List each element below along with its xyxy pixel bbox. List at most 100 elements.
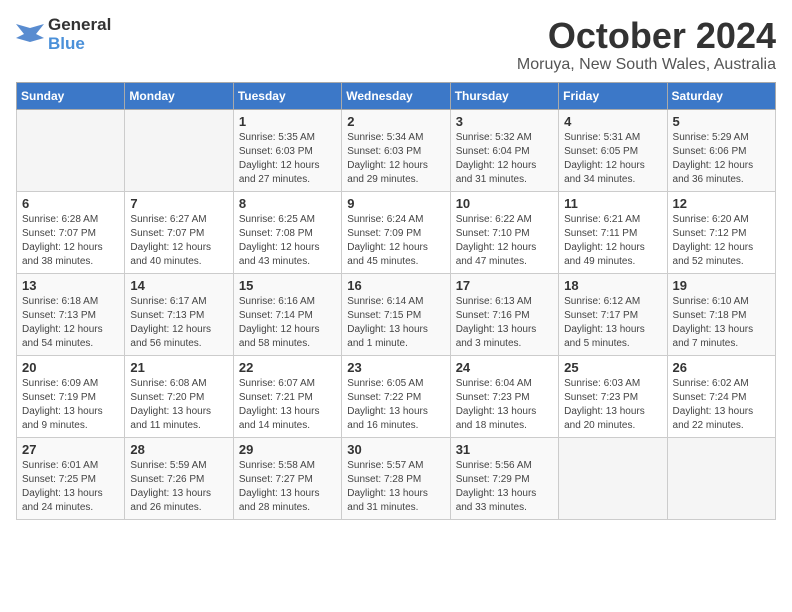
day-info: Sunrise: 6:22 AMSunset: 7:10 PMDaylight:… — [456, 213, 553, 269]
calendar-cell: 20Sunrise: 6:09 AMSunset: 7:19 PMDayligh… — [17, 355, 125, 437]
week-row-1: 1 Sunrise: 5:35 AMSunset: 6:03 PMDaylight… — [17, 109, 776, 191]
day-info: Sunrise: 5:32 AMSunset: 6:04 PMDaylight:… — [456, 131, 553, 187]
day-info: Sunrise: 5:58 AMSunset: 7:27 PMDaylight:… — [239, 459, 336, 515]
title-block: October 2024 Moruya, New South Wales, Au… — [517, 16, 776, 74]
calendar-cell: 15Sunrise: 6:16 AMSunset: 7:14 PMDayligh… — [233, 273, 341, 355]
day-number: 11 — [564, 196, 661, 211]
week-row-3: 13 Sunrise: 6:18 AMSunset: 7:13 PMDayligh… — [17, 273, 776, 355]
calendar-cell: 17 Sunrise: 6:13 AMSunset: 7:16 PMDayligh… — [450, 273, 558, 355]
logo: General Blue — [16, 16, 111, 53]
header-row: SundayMondayTuesdayWednesdayThursdayFrid… — [17, 82, 776, 109]
day-info: Sunrise: 6:04 AMSunset: 7:23 PMDaylight:… — [456, 377, 553, 433]
day-number: 23 — [347, 360, 444, 375]
day-number: 16 — [347, 278, 444, 293]
day-number: 18 — [564, 278, 661, 293]
calendar-cell: 2 Sunrise: 5:34 AMSunset: 6:03 PMDaylight… — [342, 109, 450, 191]
day-info: Sunrise: 6:27 AMSunset: 7:07 PMDaylight:… — [130, 213, 227, 269]
day-number: 5 — [673, 114, 770, 129]
calendar-cell — [559, 437, 667, 519]
day-info: Sunrise: 6:13 AMSunset: 7:16 PMDaylight:… — [456, 295, 553, 351]
day-info: Sunrise: 6:05 AMSunset: 7:22 PMDaylight:… — [347, 377, 444, 433]
day-number: 4 — [564, 114, 661, 129]
calendar-cell: 3 Sunrise: 5:32 AMSunset: 6:04 PMDaylight… — [450, 109, 558, 191]
calendar-cell: 22Sunrise: 6:07 AMSunset: 7:21 PMDayligh… — [233, 355, 341, 437]
calendar-cell: 11 Sunrise: 6:21 AMSunset: 7:11 PMDayligh… — [559, 191, 667, 273]
day-number: 31 — [456, 442, 553, 457]
day-number: 6 — [22, 196, 119, 211]
header-monday: Monday — [125, 82, 233, 109]
calendar-cell: 16Sunrise: 6:14 AMSunset: 7:15 PMDayligh… — [342, 273, 450, 355]
day-number: 19 — [673, 278, 770, 293]
day-info: Sunrise: 6:25 AMSunset: 7:08 PMDaylight:… — [239, 213, 336, 269]
day-number: 1 — [239, 114, 336, 129]
calendar-cell: 19Sunrise: 6:10 AMSunset: 7:18 PMDayligh… — [667, 273, 775, 355]
calendar-cell: 6Sunrise: 6:28 AMSunset: 7:07 PMDaylight… — [17, 191, 125, 273]
calendar-cell — [125, 109, 233, 191]
day-info: Sunrise: 6:12 AMSunset: 7:17 PMDaylight:… — [564, 295, 661, 351]
calendar-cell: 10 Sunrise: 6:22 AMSunset: 7:10 PMDayligh… — [450, 191, 558, 273]
location-title: Moruya, New South Wales, Australia — [517, 56, 776, 74]
day-number: 15 — [239, 278, 336, 293]
calendar-cell: 26Sunrise: 6:02 AMSunset: 7:24 PMDayligh… — [667, 355, 775, 437]
calendar-cell: 25 Sunrise: 6:03 AMSunset: 7:23 PMDayligh… — [559, 355, 667, 437]
calendar-cell: 18 Sunrise: 6:12 AMSunset: 7:17 PMDayligh… — [559, 273, 667, 355]
calendar-cell: 27Sunrise: 6:01 AMSunset: 7:25 PMDayligh… — [17, 437, 125, 519]
calendar-cell — [17, 109, 125, 191]
calendar-cell: 31 Sunrise: 5:56 AMSunset: 7:29 PMDayligh… — [450, 437, 558, 519]
page-header: General Blue October 2024 Moruya, New So… — [16, 16, 776, 74]
day-number: 10 — [456, 196, 553, 211]
day-info: Sunrise: 6:21 AMSunset: 7:11 PMDaylight:… — [564, 213, 661, 269]
calendar-cell: 23 Sunrise: 6:05 AMSunset: 7:22 PMDayligh… — [342, 355, 450, 437]
day-info: Sunrise: 5:29 AMSunset: 6:06 PMDaylight:… — [673, 131, 770, 187]
header-sunday: Sunday — [17, 82, 125, 109]
calendar-cell: 24 Sunrise: 6:04 AMSunset: 7:23 PMDayligh… — [450, 355, 558, 437]
day-info: Sunrise: 6:20 AMSunset: 7:12 PMDaylight:… — [673, 213, 770, 269]
day-number: 17 — [456, 278, 553, 293]
calendar-cell — [667, 437, 775, 519]
calendar-cell: 28Sunrise: 5:59 AMSunset: 7:26 PMDayligh… — [125, 437, 233, 519]
day-info: Sunrise: 5:59 AMSunset: 7:26 PMDaylight:… — [130, 459, 227, 515]
calendar-cell: 21 Sunrise: 6:08 AMSunset: 7:20 PMDayligh… — [125, 355, 233, 437]
day-number: 12 — [673, 196, 770, 211]
day-info: Sunrise: 5:56 AMSunset: 7:29 PMDaylight:… — [456, 459, 553, 515]
day-number: 30 — [347, 442, 444, 457]
day-number: 29 — [239, 442, 336, 457]
day-number: 24 — [456, 360, 553, 375]
day-number: 8 — [239, 196, 336, 211]
calendar-cell: 4Sunrise: 5:31 AMSunset: 6:05 PMDaylight… — [559, 109, 667, 191]
calendar-cell: 9Sunrise: 6:24 AMSunset: 7:09 PMDaylight… — [342, 191, 450, 273]
calendar-cell: 30 Sunrise: 5:57 AMSunset: 7:28 PMDayligh… — [342, 437, 450, 519]
day-info: Sunrise: 5:35 AMSunset: 6:03 PMDaylight:… — [239, 131, 336, 187]
header-saturday: Saturday — [667, 82, 775, 109]
day-number: 9 — [347, 196, 444, 211]
day-info: Sunrise: 6:03 AMSunset: 7:23 PMDaylight:… — [564, 377, 661, 433]
calendar-cell: 8 Sunrise: 6:25 AMSunset: 7:08 PMDaylight… — [233, 191, 341, 273]
day-number: 22 — [239, 360, 336, 375]
day-number: 13 — [22, 278, 119, 293]
day-info: Sunrise: 5:57 AMSunset: 7:28 PMDaylight:… — [347, 459, 444, 515]
logo-general: General — [48, 16, 111, 35]
calendar-cell: 13 Sunrise: 6:18 AMSunset: 7:13 PMDayligh… — [17, 273, 125, 355]
day-number: 3 — [456, 114, 553, 129]
calendar-cell: 29 Sunrise: 5:58 AMSunset: 7:27 PMDayligh… — [233, 437, 341, 519]
calendar-cell: 5 Sunrise: 5:29 AMSunset: 6:06 PMDaylight… — [667, 109, 775, 191]
calendar-cell: 14Sunrise: 6:17 AMSunset: 7:13 PMDayligh… — [125, 273, 233, 355]
calendar-table: SundayMondayTuesdayWednesdayThursdayFrid… — [16, 82, 776, 520]
day-info: Sunrise: 6:08 AMSunset: 7:20 PMDaylight:… — [130, 377, 227, 433]
calendar-cell: 12 Sunrise: 6:20 AMSunset: 7:12 PMDayligh… — [667, 191, 775, 273]
logo-blue: Blue — [48, 35, 111, 54]
day-info: Sunrise: 6:18 AMSunset: 7:13 PMDaylight:… — [22, 295, 119, 351]
day-number: 25 — [564, 360, 661, 375]
header-friday: Friday — [559, 82, 667, 109]
day-number: 7 — [130, 196, 227, 211]
day-info: Sunrise: 5:34 AMSunset: 6:03 PMDaylight:… — [347, 131, 444, 187]
week-row-5: 27Sunrise: 6:01 AMSunset: 7:25 PMDayligh… — [17, 437, 776, 519]
day-number: 2 — [347, 114, 444, 129]
calendar-cell: 7 Sunrise: 6:27 AMSunset: 7:07 PMDaylight… — [125, 191, 233, 273]
month-title: October 2024 — [517, 16, 776, 56]
logo-bird-icon — [16, 24, 44, 46]
day-number: 20 — [22, 360, 119, 375]
calendar-cell: 1 Sunrise: 5:35 AMSunset: 6:03 PMDaylight… — [233, 109, 341, 191]
week-row-2: 6Sunrise: 6:28 AMSunset: 7:07 PMDaylight… — [17, 191, 776, 273]
day-number: 21 — [130, 360, 227, 375]
